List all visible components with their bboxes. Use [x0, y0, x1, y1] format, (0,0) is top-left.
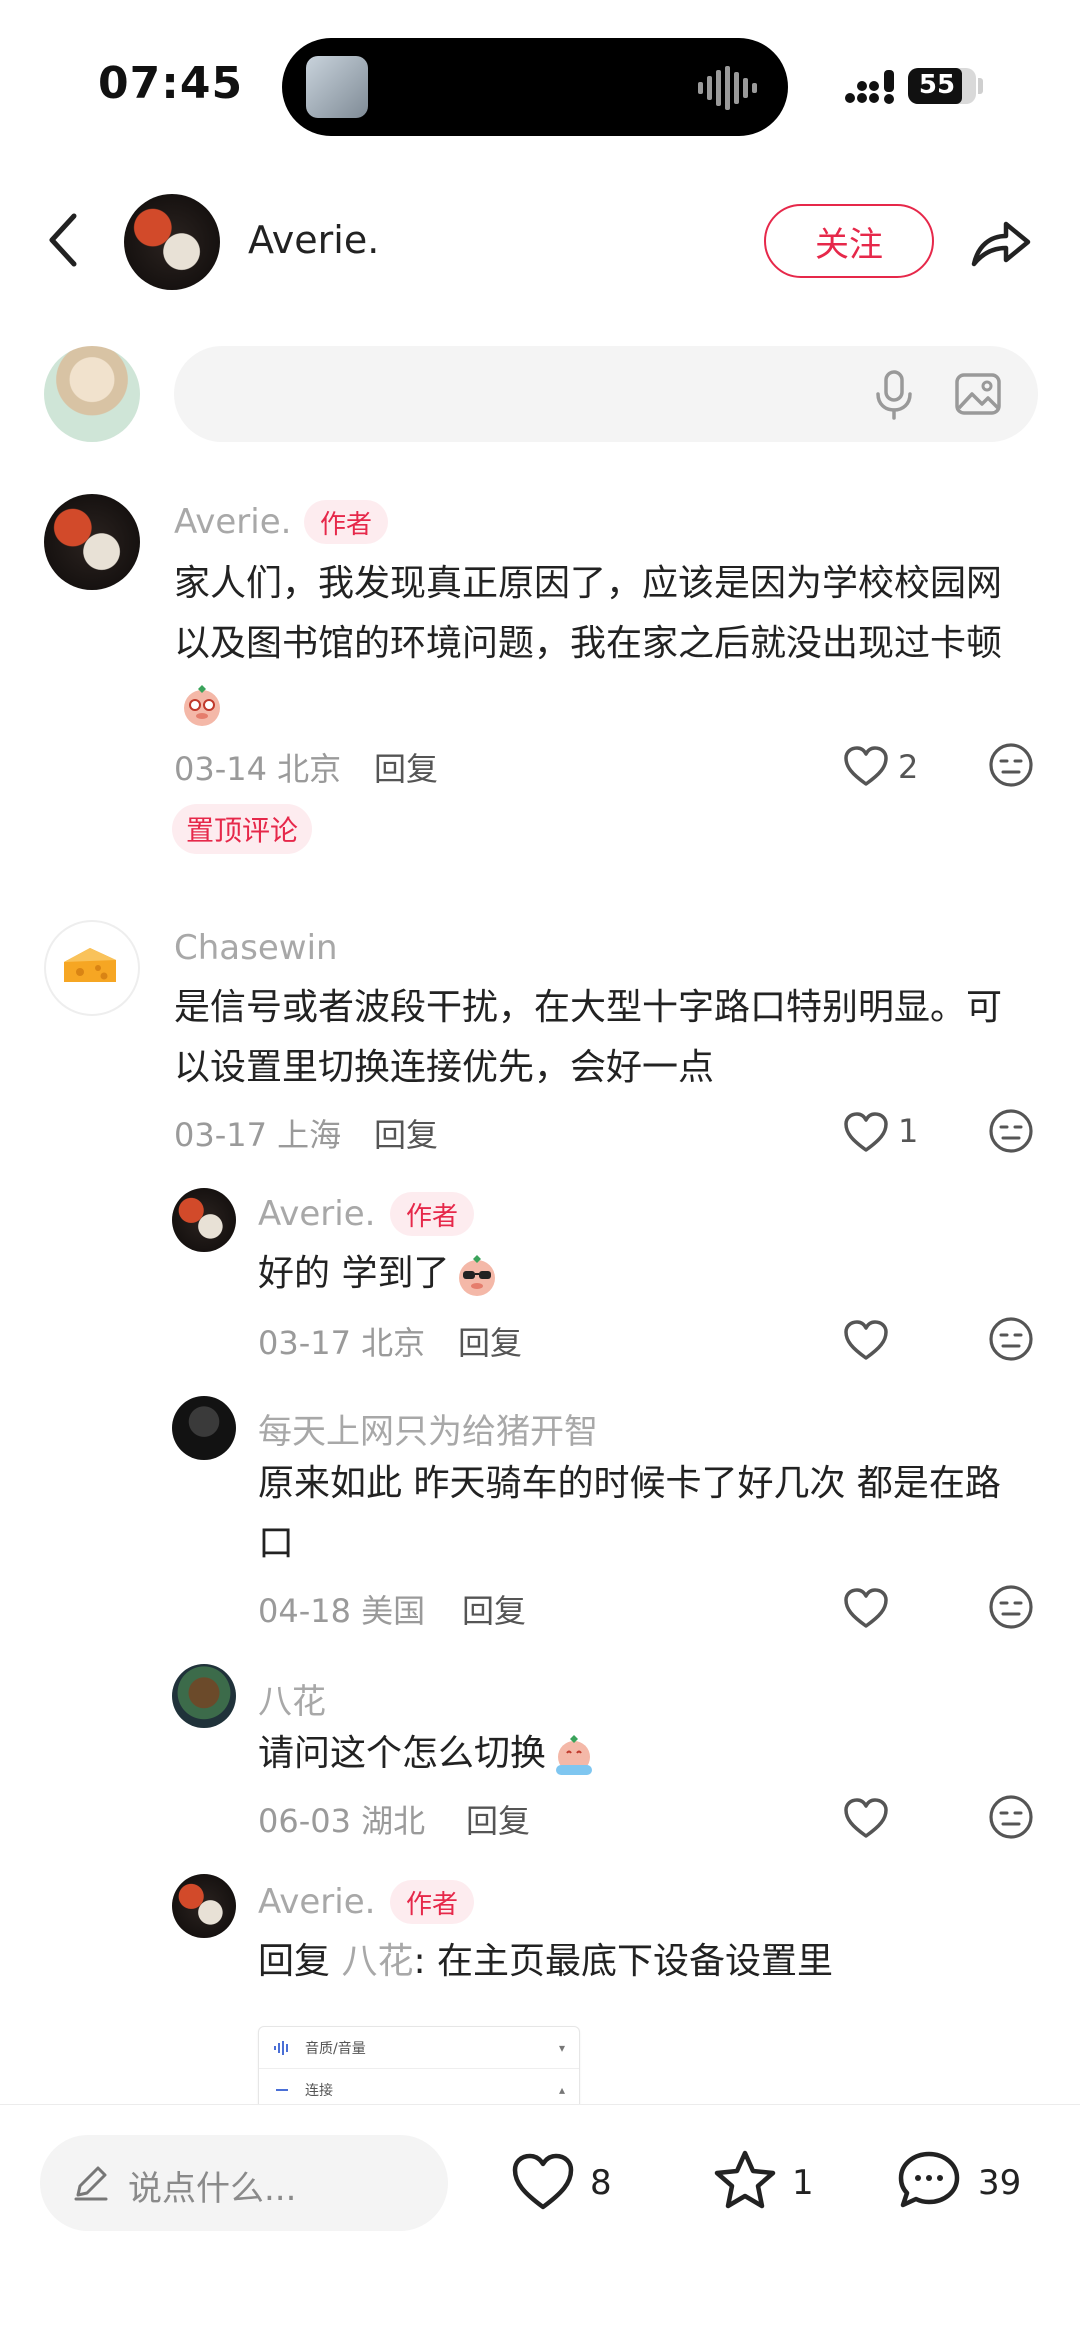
say-something-input[interactable]: 说点什么...	[40, 2135, 448, 2231]
reply-text: 原来如此 昨天骑车的时候卡了好几次 都是在路 口	[258, 1463, 1001, 1564]
comment-text: 是信号或者波段干扰，在大型十字路口特别明显。可 以设置里切换连接优先，会好一点	[174, 987, 1003, 1088]
sound-wave-icon	[274, 2041, 288, 2055]
attached-screenshot[interactable]: 音质/音量 ▾ 连接 ▴	[258, 2026, 580, 2110]
signal-icon	[845, 70, 894, 104]
dislike-icon[interactable]	[988, 742, 1034, 788]
comment-total: 39	[978, 2163, 1022, 2203]
reply-date-location: 06-03 湖北	[258, 1802, 426, 1840]
like-total: 8	[590, 2163, 612, 2203]
status-bar: 07:45 55	[0, 0, 1080, 170]
reply-text: 回复 八花: 在主页最底下设备设置里	[258, 1941, 834, 1982]
bottom-action-bar: 说点什么... 8 1 39	[0, 2104, 1080, 2348]
comment-text: 家人们，我发现真正原因了，应该是因为学校校园网 以及图书馆的环境问题，我在家之后…	[174, 554, 1002, 734]
like-icon[interactable]	[842, 1586, 890, 1630]
reply-avatar[interactable]	[172, 1396, 236, 1460]
image-icon[interactable]	[952, 368, 1004, 420]
microphone-icon[interactable]	[868, 368, 920, 420]
dynamic-island[interactable]	[282, 38, 788, 136]
dislike-icon[interactable]	[988, 1108, 1034, 1154]
like-icon[interactable]	[842, 744, 890, 788]
comment-avatar[interactable]	[44, 494, 140, 590]
battery-indicator: 55	[908, 68, 976, 104]
dislike-icon[interactable]	[988, 1794, 1034, 1840]
reply-avatar[interactable]	[172, 1874, 236, 1938]
reply-author[interactable]: Averie.	[258, 1194, 375, 1234]
reply-date-location: 04-18 美国	[258, 1592, 426, 1630]
follow-button[interactable]: 关注	[764, 204, 934, 278]
comment-date-location: 03-17 上海	[174, 1116, 342, 1154]
star-total: 1	[792, 2163, 814, 2203]
screenshot-row: 音质/音量 ▾	[259, 2027, 579, 2069]
pig-emoji-icon	[184, 685, 220, 726]
reply-avatar[interactable]	[172, 1188, 236, 1252]
reply-avatar[interactable]	[172, 1664, 236, 1728]
like-icon[interactable]	[842, 1796, 890, 1840]
cheese-icon	[64, 948, 116, 982]
author-name[interactable]: Averie.	[248, 218, 379, 262]
author-badge: 作者	[390, 1192, 475, 1236]
reply-button[interactable]: 回复	[374, 1110, 438, 1156]
like-icon[interactable]	[842, 1318, 890, 1362]
author-badge: 作者	[304, 500, 389, 544]
reply-author[interactable]: Averie.	[258, 1882, 375, 1922]
my-avatar	[44, 346, 140, 442]
clock: 07:45	[98, 58, 244, 109]
link-icon	[276, 2089, 288, 2091]
like-icon[interactable]	[510, 2151, 576, 2213]
back-icon[interactable]	[42, 210, 86, 270]
reply-author[interactable]: 八花	[258, 1674, 326, 1723]
comment-date-location: 03-14 北京	[174, 750, 342, 788]
audio-waveform-icon	[698, 66, 757, 110]
reply-button[interactable]: 回复	[466, 1796, 530, 1842]
crying-pig-emoji-icon	[556, 1735, 593, 1775]
reply-to-user[interactable]: 八花	[341, 1941, 413, 1982]
sunglasses-pig-emoji-icon	[459, 1255, 496, 1296]
reply-date-location: 03-17 北京	[258, 1324, 426, 1362]
comment-avatar[interactable]	[44, 920, 140, 1016]
author-badge: 作者	[390, 1880, 475, 1924]
reply-text: 好的 学到了	[258, 1244, 501, 1304]
reply-button[interactable]: 回复	[458, 1318, 522, 1364]
like-icon[interactable]	[842, 1110, 890, 1154]
say-something-placeholder: 说点什么...	[128, 2169, 297, 2209]
reply-author[interactable]: 每天上网只为给猪开智	[258, 1404, 598, 1453]
reply-button[interactable]: 回复	[462, 1586, 526, 1632]
post-header: Averie. 关注	[0, 180, 1080, 300]
author-avatar[interactable]	[124, 194, 220, 290]
reply-button[interactable]: 回复	[374, 744, 438, 790]
dislike-icon[interactable]	[988, 1316, 1034, 1362]
pinned-badge: 置顶评论	[172, 804, 313, 854]
comment-author[interactable]: Chasewin	[174, 928, 338, 968]
comment-bubble-icon[interactable]	[896, 2149, 962, 2211]
dislike-icon[interactable]	[988, 1584, 1034, 1630]
comment-input[interactable]	[174, 346, 1038, 442]
star-icon[interactable]	[712, 2149, 778, 2211]
reply-text: 请问这个怎么切换	[258, 1724, 598, 1784]
pencil-icon	[74, 2166, 108, 2201]
like-count: 1	[898, 1112, 919, 1150]
comment-author[interactable]: Averie.	[174, 502, 291, 542]
like-count: 2	[898, 748, 919, 786]
share-icon[interactable]	[968, 212, 1032, 272]
now-playing-thumbnail	[306, 56, 368, 118]
